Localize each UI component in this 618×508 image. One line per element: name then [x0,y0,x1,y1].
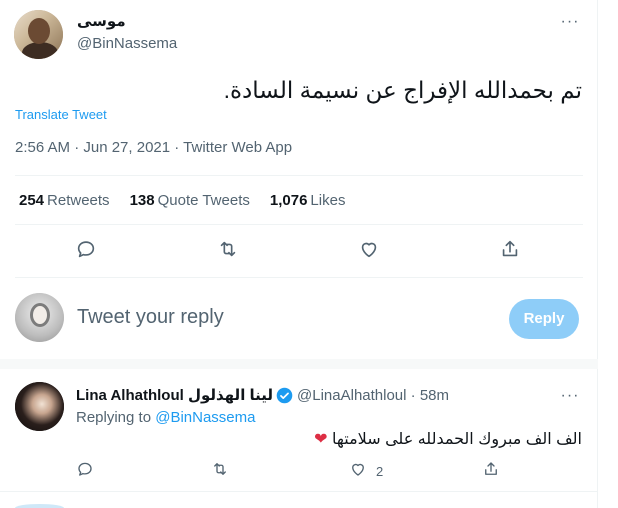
reply-author-avatar[interactable] [15,382,64,431]
reply-author-name[interactable]: Lina Alhathloul لينا الهذلول [76,386,273,404]
reply-header: Lina Alhathloul لينا الهذلول @LinaAlhath… [76,386,449,405]
replying-to-handle[interactable]: @BinNassema [155,409,255,426]
quote-tweets-label: Quote Tweets [157,192,250,209]
tweet-timestamp[interactable]: 2:56 AM · Jun 27, 2021 · Twitter Web App [15,139,292,156]
reply-icon[interactable] [76,460,94,478]
tweet-stats: 254 Retweets 138 Quote Tweets 1,076 Likes [19,192,365,209]
reply-text-body: الف الف مبروك الحمدلله على سلامتها [332,431,582,448]
heart-emoji-icon: ❤ [314,431,328,448]
tweet-text: تم بحمدالله الإفراج عن نسيمة السادة. [223,77,582,103]
retweets-label: Retweets [47,192,110,209]
more-options-icon[interactable]: ··· [560,12,580,32]
share-icon[interactable] [499,238,521,260]
divider [0,491,598,492]
likes-stat[interactable]: 1,076 Likes [270,192,346,209]
divider [15,277,583,278]
reply-actions [0,460,598,480]
tweet-actions [0,238,598,264]
divider [15,224,583,225]
like-icon[interactable] [349,460,367,478]
author-avatar[interactable] [14,10,63,59]
divider [15,175,583,176]
quote-tweets-stat[interactable]: 138 Quote Tweets [130,192,250,209]
share-icon[interactable] [482,460,500,478]
replying-to-label: Replying to [76,409,152,426]
likes-label: Likes [310,192,346,209]
retweet-icon[interactable] [217,238,239,260]
retweets-count: 254 [19,192,45,209]
timeline-column: موسى @BinNassema ··· تم بحمدالله الإفراج… [0,0,598,508]
like-icon[interactable] [358,238,380,260]
likes-count: 1,076 [269,192,308,209]
reply-button[interactable]: Reply [509,299,579,339]
reply-icon[interactable] [75,238,97,260]
retweet-icon[interactable] [211,460,229,478]
verified-badge-icon [276,387,293,404]
page-margin [598,0,618,508]
current-user-avatar[interactable] [15,293,64,342]
retweets-stat[interactable]: 254 Retweets [19,192,110,209]
section-separator [0,359,598,369]
reply-text: الف الف مبروك الحمدلله على سلامتها ❤ [76,429,582,451]
replying-to: Replying to @BinNassema [76,409,255,426]
reply-author-handle[interactable]: @LinaAlhathloul · 58m [297,387,449,404]
next-reply-avatar[interactable] [15,504,64,508]
reply-input[interactable]: Tweet your reply [77,306,224,329]
author-name[interactable]: موسى [77,12,126,30]
quote-tweets-count: 138 [129,192,155,209]
reply-like-count: 2 [376,464,384,479]
author-handle[interactable]: @BinNassema [77,35,177,52]
more-options-icon[interactable]: ··· [560,386,580,406]
translate-tweet-link[interactable]: Translate Tweet [15,107,107,122]
